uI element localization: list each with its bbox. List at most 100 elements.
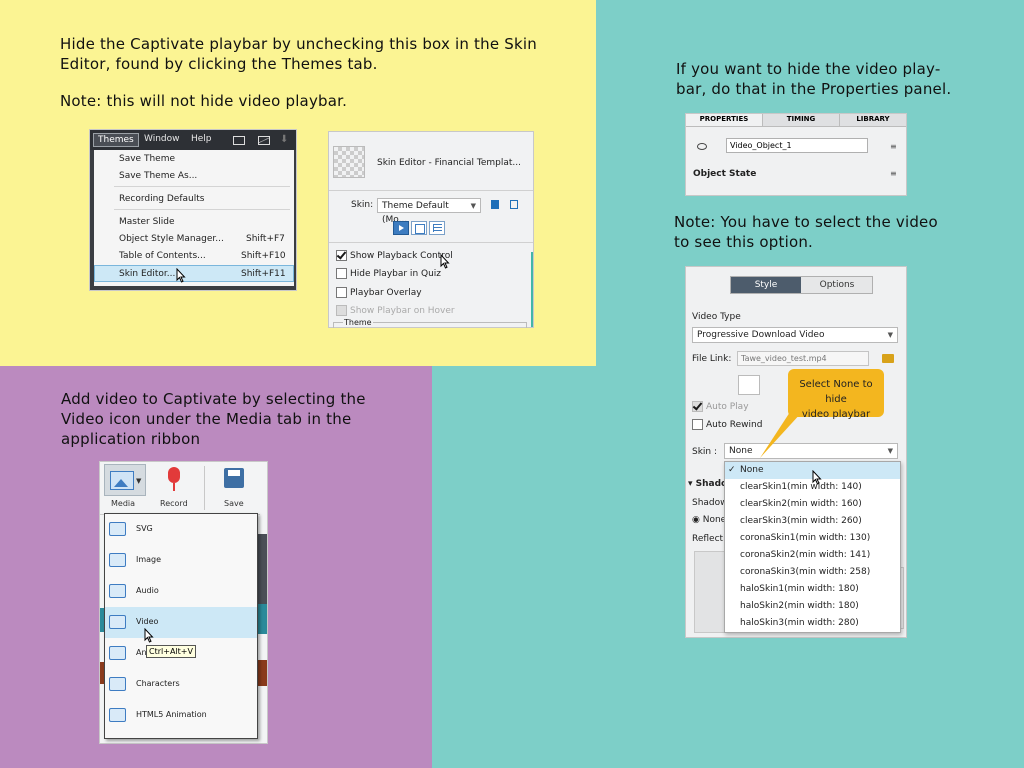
shadow-none-radio[interactable]: ◉ None bbox=[692, 515, 726, 525]
skin-option[interactable]: coronaSkin2(min width: 141) bbox=[725, 547, 900, 564]
video-skin-select[interactable]: None ▼ bbox=[724, 443, 898, 459]
skin-editor-title: Skin Editor - Financial Templat... bbox=[377, 158, 521, 168]
option-playbar-overlay[interactable]: Playbar Overlay bbox=[336, 287, 533, 298]
checkbox-disabled bbox=[336, 305, 347, 316]
menu-item-master-slide[interactable]: Master Slide bbox=[119, 217, 294, 227]
option-show-playbar-on-hover: Show Playbar on Hover bbox=[336, 305, 533, 316]
microphone-icon[interactable] bbox=[168, 467, 180, 483]
note-add-video: Add video to Captivate by selecting the … bbox=[61, 389, 366, 449]
menu-item-save-theme-as[interactable]: Save Theme As... bbox=[119, 171, 294, 181]
eye-icon[interactable] bbox=[697, 143, 707, 150]
skin-label: Skin : bbox=[692, 447, 718, 457]
callout-line: video playbar bbox=[801, 409, 871, 420]
save-label: Save bbox=[224, 499, 244, 508]
skin-option[interactable]: coronaSkin3(min width: 258) bbox=[725, 564, 900, 581]
media-item-video[interactable]: Video bbox=[105, 607, 257, 638]
comment-icon[interactable] bbox=[233, 136, 245, 145]
characters-icon bbox=[109, 677, 126, 691]
media-item-svg[interactable]: SVG bbox=[105, 514, 257, 545]
skin-option[interactable]: haloSkin3(min width: 280) bbox=[725, 615, 900, 632]
audio-icon bbox=[109, 584, 126, 598]
note-line: If you want to hide the video play- bbox=[676, 60, 941, 78]
chevron-down-icon: ▼ bbox=[136, 477, 142, 485]
checkbox-checked[interactable] bbox=[336, 250, 347, 261]
option-show-playback-control[interactable]: Show Playback Control bbox=[336, 250, 533, 261]
playbar-tab[interactable] bbox=[393, 221, 409, 235]
media-item-image[interactable]: Image bbox=[105, 545, 257, 576]
checkbox[interactable] bbox=[692, 419, 703, 430]
media-item-audio[interactable]: Audio bbox=[105, 576, 257, 607]
skin-option-label: haloSkin3(min width: 280) bbox=[740, 618, 859, 628]
skin-option[interactable]: haloSkin1(min width: 180) bbox=[725, 581, 900, 598]
media-menu-screenshot: ▼ Media Record Save SVG Image Audio Video An… bbox=[100, 462, 267, 743]
borders-tab[interactable] bbox=[411, 221, 427, 235]
mail-icon[interactable] bbox=[258, 136, 270, 145]
skin-options-container: ✓ None clearSkin1(min width: 140) clearSkin… bbox=[725, 462, 900, 632]
html5-icon bbox=[109, 708, 126, 722]
video-type-select[interactable]: Progressive Download Video ▼ bbox=[692, 327, 898, 343]
tab-library[interactable]: LIBRARY bbox=[840, 114, 906, 126]
folder-icon[interactable] bbox=[882, 354, 894, 363]
option-label: Playbar Overlay bbox=[350, 288, 422, 298]
skin-option-label: haloSkin1(min width: 180) bbox=[740, 584, 859, 594]
media-item-html5-animation[interactable]: HTML5 Animation bbox=[105, 700, 257, 731]
menu-window[interactable]: Window bbox=[144, 134, 180, 144]
media-button[interactable]: ▼ bbox=[104, 464, 146, 496]
checkbox[interactable] bbox=[336, 268, 347, 279]
media-item-label: SVG bbox=[136, 524, 153, 533]
skin-option[interactable]: haloSkin2(min width: 180) bbox=[725, 598, 900, 615]
tab-properties[interactable]: PROPERTIES bbox=[686, 114, 763, 126]
reflection-presets[interactable] bbox=[694, 551, 726, 633]
menu-themes[interactable]: Themes bbox=[93, 133, 139, 147]
delete-icon[interactable] bbox=[510, 200, 518, 209]
note-line: bar, do that in the Properties panel. bbox=[676, 80, 952, 98]
skin-label: Skin: bbox=[351, 200, 374, 210]
properties-panel-screenshot: PROPERTIES TIMING LIBRARY Video_Object_1… bbox=[686, 114, 906, 195]
video-skin-value: None bbox=[729, 446, 753, 456]
properties-tabs: PROPERTIES TIMING LIBRARY bbox=[686, 114, 906, 127]
themes-dropdown: Save Theme Save Theme As... Recording De… bbox=[94, 150, 294, 286]
file-link-input[interactable]: Tawe_video_test.mp4 bbox=[737, 351, 869, 366]
save-icon[interactable] bbox=[224, 468, 244, 488]
truncated-label: None bbox=[702, 515, 727, 525]
menubar: Themes Window Help ⬇ bbox=[90, 130, 296, 150]
panel-menu-icon[interactable]: ≡ bbox=[890, 142, 897, 151]
media-item-label: An bbox=[136, 648, 147, 657]
option-hide-playbar-in-quiz[interactable]: Hide Playbar in Quiz bbox=[336, 268, 533, 279]
teal-section-lower bbox=[432, 366, 596, 768]
truncated-label: Shado bbox=[695, 479, 728, 489]
tab-options[interactable]: Options bbox=[802, 277, 872, 293]
note-hide-video: If you want to hide the video play- bar,… bbox=[676, 59, 951, 99]
object-name-input[interactable]: Video_Object_1 bbox=[726, 138, 868, 153]
save-icon[interactable] bbox=[491, 200, 499, 209]
menu-item-object-style-manager[interactable]: Object Style Manager... Shift+F7 bbox=[119, 234, 294, 244]
tab-style[interactable]: Style bbox=[731, 277, 801, 293]
menu-item-label: Table of Contents... bbox=[119, 251, 206, 261]
video-icon bbox=[109, 615, 126, 629]
menu-item-recording-defaults[interactable]: Recording Defaults bbox=[119, 194, 294, 204]
video-panel-screenshot: Style Options Video Type Progressive Dow… bbox=[686, 267, 906, 637]
microphone-stand bbox=[173, 483, 175, 491]
menu-divider bbox=[114, 209, 290, 210]
skin-option[interactable]: coronaSkin1(min width: 130) bbox=[725, 530, 900, 547]
note-line: Note: You have to select the video bbox=[674, 213, 938, 231]
menu-divider bbox=[114, 186, 290, 187]
checkbox[interactable] bbox=[336, 287, 347, 298]
media-item-characters[interactable]: Characters bbox=[105, 669, 257, 700]
update-button[interactable] bbox=[738, 375, 760, 395]
tab-timing[interactable]: TIMING bbox=[763, 114, 840, 126]
skin-select[interactable]: Theme Default (Mo... ▼ bbox=[377, 198, 481, 225]
menu-help[interactable]: Help bbox=[191, 134, 212, 144]
media-items-container: SVG Image Audio Video An Characters HTML5 Anim… bbox=[105, 514, 257, 731]
menu-item-table-of-contents[interactable]: Table of Contents... Shift+F10 bbox=[119, 251, 294, 261]
callout-text: Select None to hide video playbar bbox=[788, 377, 884, 422]
skin-option[interactable]: clearSkin2(min width: 160) bbox=[725, 496, 900, 513]
menu-item-shortcut: Shift+F7 bbox=[246, 234, 285, 244]
menu-item-save-theme[interactable]: Save Theme bbox=[119, 154, 294, 164]
menu-item-skin-editor[interactable]: Skin Editor... Shift+F11 bbox=[94, 265, 294, 282]
svg-icon bbox=[109, 522, 126, 536]
skin-option[interactable]: clearSkin3(min width: 260) bbox=[725, 513, 900, 530]
toc-tab[interactable] bbox=[429, 221, 445, 235]
skin-option-label: haloSkin2(min width: 180) bbox=[740, 601, 859, 611]
panel-menu-icon[interactable]: ≡ bbox=[890, 169, 897, 178]
